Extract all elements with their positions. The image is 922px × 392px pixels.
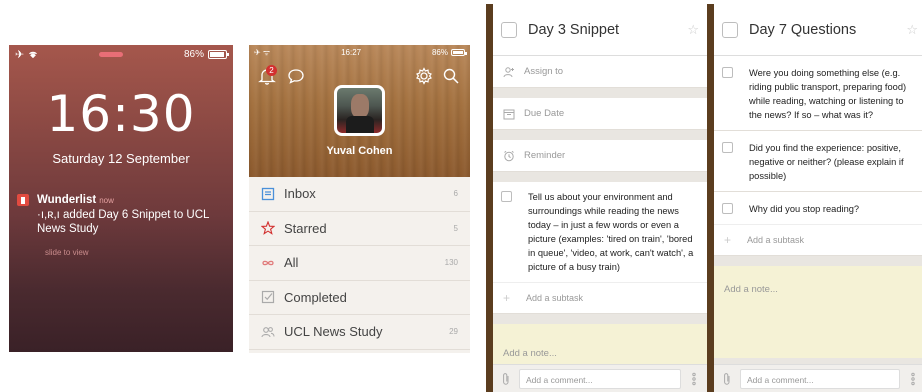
lock-time: 16:30 [46, 85, 196, 143]
sidebar-item-count: 6 [453, 189, 458, 199]
sidebar-item-count: 130 [444, 258, 458, 268]
plus-icon: + [503, 291, 511, 305]
inbox-icon [261, 187, 275, 200]
status-bar: ✈ 86% [9, 45, 233, 63]
wunderlist-menu: ✈ ᯤ 16:27 86% 2 Yuval Cohen Inbox 6 Star… [249, 45, 470, 353]
wifi-icon [29, 51, 38, 58]
airplane-wifi-icon: ✈ ᯤ [254, 47, 271, 57]
notification-time: now [99, 196, 114, 205]
subtask-text: Why did you stop reading? [749, 204, 860, 214]
due-date-row[interactable]: Due Date [493, 98, 707, 129]
sidebar-item-count: 29 [449, 327, 458, 337]
lock-date: Saturday 12 September [52, 151, 190, 166]
sidebar-item-label: UCL News Study [284, 324, 383, 340]
notification-app: Wunderlist [37, 194, 97, 206]
chat-icon[interactable] [286, 66, 306, 86]
plus-icon: + [724, 233, 732, 247]
sidebar-item-label: Inbox [284, 186, 316, 202]
sidebar-item-count: 5 [453, 223, 458, 233]
assign-to-label: Assign to [524, 66, 564, 77]
subtask-item[interactable]: Why did you stop reading? [714, 192, 922, 224]
subtask-item[interactable]: Did you find the experience: positive, n… [714, 131, 922, 191]
add-subtask-row[interactable]: + Add a subtask [493, 282, 707, 313]
user-name: Yuval Cohen [326, 145, 393, 157]
task-title[interactable]: Day 3 Snippet [528, 22, 687, 38]
group-icon [261, 326, 275, 337]
sidebar-item-starred[interactable]: Starred 5 [249, 212, 470, 246]
star-icon[interactable]: ☆ [906, 22, 918, 38]
comment-bar: Add a comment... [493, 364, 707, 392]
star-icon [261, 221, 275, 236]
more-icon[interactable] [908, 372, 918, 386]
sidebar-item-completed[interactable]: Completed [249, 281, 470, 315]
add-subtask-label: Add a subtask [526, 293, 584, 303]
battery-percent: 86% [431, 47, 448, 57]
subtask-text: Were you doing something else (e.g. ridi… [749, 68, 907, 120]
status-time: 16:27 [341, 47, 362, 57]
notification-badge: 2 [266, 65, 277, 76]
reminder-label: Reminder [524, 150, 566, 161]
sidebar-item-label: Starred [284, 220, 327, 236]
add-subtask-label: Add a subtask [747, 235, 805, 245]
reminder-row[interactable]: Reminder [493, 140, 707, 171]
task-detail-day3: Day 3 Snippet ☆ Assign to Due Date Remin… [486, 4, 711, 392]
subtask-item[interactable]: Tell us about your environment and surro… [493, 182, 707, 282]
subtask-item[interactable]: Were you doing something else (e.g. ridi… [714, 56, 922, 130]
task-checkbox[interactable] [501, 21, 517, 38]
due-date-label: Due Date [524, 108, 565, 119]
profile-header: ✈ ᯤ 16:27 86% 2 Yuval Cohen [249, 45, 470, 177]
subtask-checkbox[interactable] [722, 203, 733, 214]
add-subtask-row[interactable]: + Add a subtask [714, 224, 922, 255]
subtask-checkbox[interactable] [501, 191, 512, 202]
avatar[interactable] [334, 85, 385, 136]
battery-icon [207, 49, 229, 59]
star-icon[interactable]: ☆ [687, 22, 699, 38]
task-title[interactable]: Day 7 Questions [749, 22, 906, 38]
task-detail-day7: Day 7 Questions ☆ Were you doing somethi… [709, 4, 922, 392]
paperclip-icon[interactable] [722, 372, 732, 386]
assign-to-row[interactable]: Assign to [493, 56, 707, 87]
sidebar-item-label: All [284, 255, 299, 271]
battery-icon [451, 48, 467, 56]
notification[interactable]: Wunderlist now ·ı,ʀ,ı added Day 6 Snippet… [17, 193, 227, 268]
task-header: Day 7 Questions ☆ [714, 4, 922, 56]
sidebar-item-label: Completed [284, 289, 347, 305]
checkbox-icon [261, 291, 275, 304]
task-checkbox[interactable] [722, 21, 738, 38]
wunderlist-app-icon [17, 194, 29, 206]
subtask-text: Tell us about your environment and surro… [528, 192, 694, 272]
notification-message: ·ı,ʀ,ı added Day 6 Snippet to UCL News S… [37, 209, 210, 235]
subtask-text: Did you find the experience: positive, n… [749, 143, 904, 181]
sidebar-item-all[interactable]: All 130 [249, 246, 470, 281]
sidebar-item-ucl-news-study[interactable]: UCL News Study 29 [249, 315, 470, 350]
infinity-icon [262, 260, 274, 265]
subtask-checkbox[interactable] [722, 67, 733, 78]
gear-icon[interactable] [414, 66, 434, 86]
sidebar-item-inbox[interactable]: Inbox 6 [249, 177, 470, 212]
slide-to-view[interactable]: slide to view [37, 238, 227, 268]
status-bar: ✈ ᯤ 16:27 86% [249, 45, 470, 59]
alarm-clock-icon [504, 150, 514, 161]
calendar-icon [503, 109, 515, 119]
battery-percent: 86% [183, 48, 204, 60]
task-header: Day 3 Snippet ☆ [493, 4, 707, 56]
search-icon[interactable] [441, 66, 461, 86]
lock-screen: ✈ 86% 16:30 Saturday 12 September Wunder… [9, 45, 233, 352]
notification-pill [99, 51, 124, 57]
airplane-icon: ✈ [15, 48, 25, 61]
comment-bar: Add a comment... [714, 364, 922, 392]
comment-input[interactable]: Add a comment... [740, 368, 900, 389]
more-icon[interactable] [689, 372, 699, 386]
person-add-icon [503, 66, 514, 77]
note-area[interactable]: Add a note... [714, 266, 922, 358]
list-menu: Inbox 6 Starred 5 All 130 Completed UCL … [249, 177, 470, 350]
comment-input[interactable]: Add a comment... [519, 368, 681, 389]
paperclip-icon[interactable] [501, 372, 511, 386]
subtask-checkbox[interactable] [722, 142, 733, 153]
